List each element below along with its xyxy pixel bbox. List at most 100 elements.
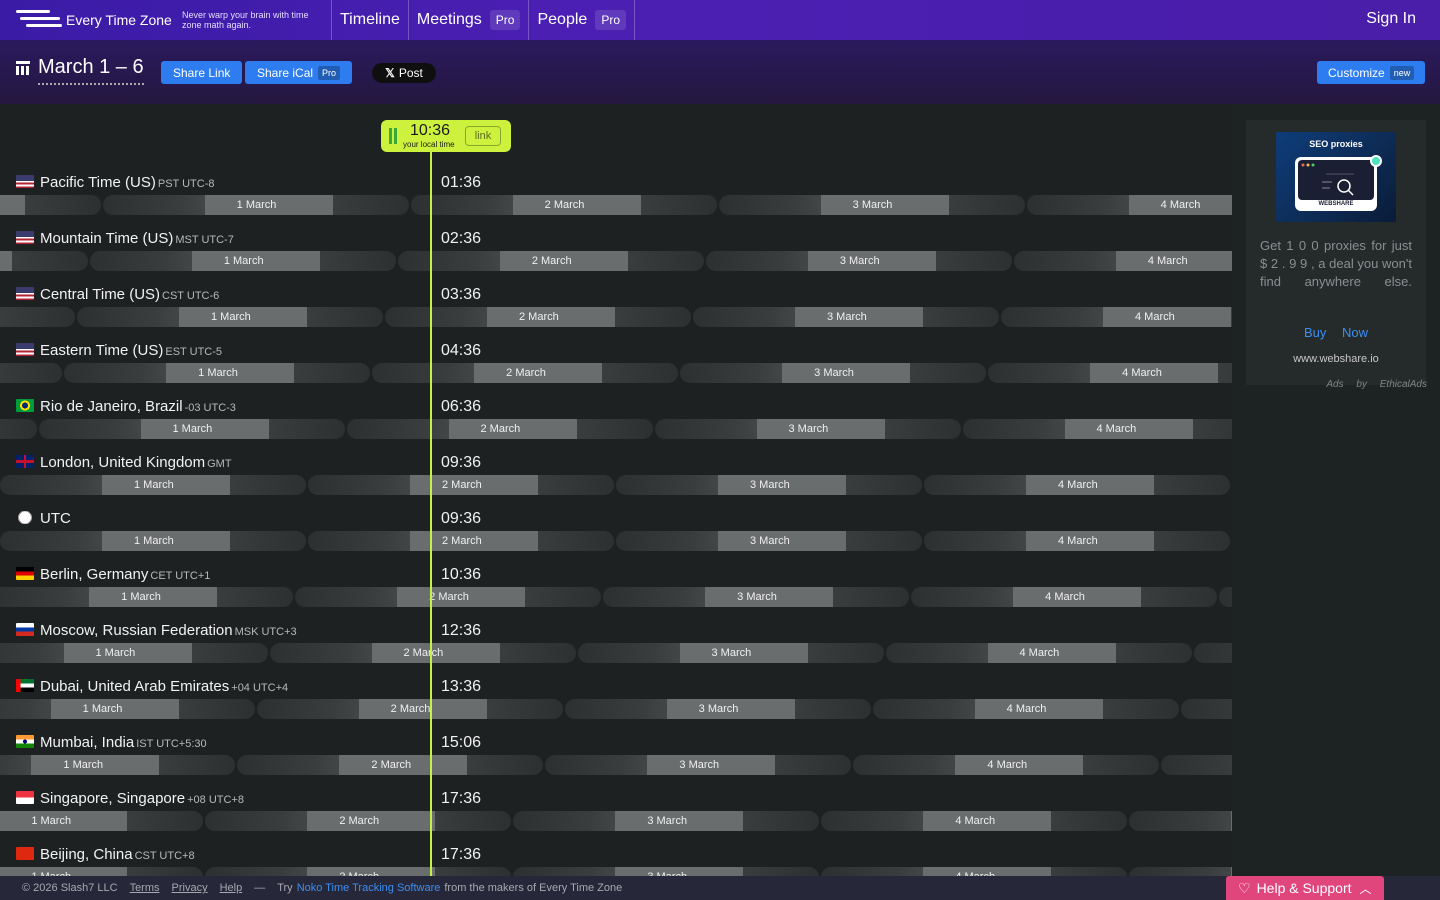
day-strip[interactable]: 1 March xyxy=(0,475,306,495)
customize-button[interactable]: Customize new xyxy=(1317,61,1426,84)
timezone-row[interactable]: Eastern Time (US) EST UTC-5 04:36 1 March 2 … xyxy=(0,338,1232,394)
day-strip[interactable]: 2 March xyxy=(346,419,653,439)
current-time-link-button[interactable]: link xyxy=(465,126,501,146)
timezone-row[interactable]: Beijing, ChinaCST UTC+8 17:36 1 March2 Mar… xyxy=(0,842,1232,876)
day-strip[interactable]: 4 March xyxy=(821,811,1128,831)
share-link-button[interactable]: Share Link xyxy=(161,61,243,84)
timezone-row[interactable]: Berlin, Germany CET UTC+1 10:36 1 March 2 Ma… xyxy=(0,562,1232,618)
day-strip[interactable]: 1 March xyxy=(89,251,396,271)
day-strip[interactable]: 1 March xyxy=(64,363,371,383)
brand[interactable]: Every Time Zone Never warp your brain wi… xyxy=(0,0,332,40)
day-strip[interactable]: 2 March xyxy=(205,811,512,831)
help-support-button[interactable]: ♡ Help & Support ︿ xyxy=(1226,876,1384,900)
day-strip[interactable] xyxy=(1129,811,1232,831)
timezone-row[interactable]: Central Time (US) CST UTC-6 03:36 1 March 2 … xyxy=(0,282,1232,338)
timezone-label[interactable]: Pacific Time (US) PST UTC-8 xyxy=(16,174,215,191)
day-strip[interactable]: 2 March xyxy=(205,867,512,876)
day-strip[interactable]: 4 March xyxy=(872,699,1179,719)
day-strip[interactable]: 1 March xyxy=(0,531,306,551)
timeline[interactable]: 10:36 your local time link Pacific Time … xyxy=(0,104,1232,876)
day-strip[interactable]: 2 March xyxy=(372,363,679,383)
timezone-label[interactable]: Beijing, China CST UTC+8 xyxy=(16,846,195,863)
terms-link[interactable]: Terms xyxy=(130,882,160,894)
timezone-row[interactable]: Dubai, United Arab Emirates +04 UTC+4 13:3… xyxy=(0,674,1232,730)
brand-name[interactable]: Every Time Zone xyxy=(66,12,182,28)
day-strip[interactable]: 3 March xyxy=(513,867,820,876)
day-strip[interactable]: 3 March xyxy=(513,811,820,831)
current-time-marker[interactable]: 10:36 your local time link xyxy=(381,120,511,152)
day-strip[interactable]: 1 March xyxy=(0,755,236,775)
timezone-row[interactable]: Pacific Time (US) PST UTC-8 01:36 1 March 2 … xyxy=(0,170,1232,226)
day-strip[interactable]: 3 March xyxy=(616,475,922,495)
day-strip[interactable]: 4 March xyxy=(924,531,1230,551)
day-strip[interactable]: 4 March xyxy=(1001,307,1232,327)
day-strip[interactable] xyxy=(1193,643,1232,663)
day-strip[interactable] xyxy=(0,307,75,327)
help-link[interactable]: Help xyxy=(220,882,243,894)
day-strip[interactable]: 3 March xyxy=(693,307,999,327)
day-strip[interactable]: 4 March xyxy=(911,587,1218,607)
day-strip[interactable] xyxy=(0,363,63,383)
timezone-label[interactable]: Dubai, United Arab Emirates +04 UTC+4 xyxy=(16,678,288,695)
x-post-button[interactable]: 𝕏 Post xyxy=(372,63,436,83)
nav-meetings-label[interactable]: Meetings xyxy=(417,11,482,29)
day-strip[interactable] xyxy=(0,251,88,271)
noko-link[interactable]: Noko Time Tracking Software xyxy=(297,882,441,894)
day-strip[interactable] xyxy=(0,195,101,215)
date-range-picker[interactable]: March 1 – 6 xyxy=(38,56,144,85)
day-strip[interactable]: 1 March xyxy=(0,811,204,831)
day-strip[interactable]: 3 March xyxy=(705,251,1012,271)
day-strip[interactable]: 4 March xyxy=(924,475,1230,495)
nav-timeline[interactable]: Timeline xyxy=(332,0,409,40)
ad-domain[interactable]: www.webshare.io xyxy=(1246,353,1426,365)
day-strip[interactable]: 3 March xyxy=(577,643,884,663)
day-strip[interactable]: 4 March xyxy=(821,867,1128,876)
day-strip[interactable]: 4 March xyxy=(962,419,1232,439)
day-strip[interactable]: 3 March xyxy=(603,587,910,607)
day-strip[interactable]: 4 March xyxy=(853,755,1160,775)
privacy-link[interactable]: Privacy xyxy=(172,882,208,894)
day-strip[interactable]: 1 March xyxy=(77,307,383,327)
ad-card[interactable]: SEO proxies WEBSHARE Get 1 0 0 proxies f… xyxy=(1246,120,1426,385)
timezone-row[interactable]: Mumbai, India IST UTC+5:30 15:06 1 March 2 M… xyxy=(0,730,1232,786)
day-strip[interactable]: 1 March xyxy=(0,699,255,719)
day-strip[interactable]: 2 March xyxy=(410,195,717,215)
nav-meetings[interactable]: Meetings Pro xyxy=(409,0,530,40)
timezone-row[interactable]: Singapore, Singapore +08 UTC+8 17:36 1 Marc… xyxy=(0,786,1232,842)
ad-text[interactable]: Get 1 0 0 proxies for just $ 2 . 9 9 , a… xyxy=(1260,237,1412,291)
day-strip[interactable]: 3 March xyxy=(680,363,987,383)
nav-timeline-label[interactable]: Timeline xyxy=(340,11,400,29)
timezone-label[interactable]: Moscow, Russian Federation MSK UTC+3 xyxy=(16,622,297,639)
timezone-label[interactable]: Central Time (US) CST UTC-6 xyxy=(16,286,219,303)
menu-icon[interactable] xyxy=(16,10,62,30)
day-strip[interactable]: 3 March xyxy=(616,531,922,551)
day-strip[interactable]: 2 March xyxy=(237,755,544,775)
day-strip[interactable]: 1 March xyxy=(38,419,345,439)
day-strip[interactable] xyxy=(1219,587,1232,607)
ad-image[interactable]: SEO proxies WEBSHARE xyxy=(1276,132,1396,222)
day-strip[interactable]: 4 March xyxy=(1013,251,1232,271)
timezone-label[interactable]: UTC xyxy=(16,510,73,527)
day-strip[interactable]: 2 March xyxy=(256,699,563,719)
ad-attribution-link[interactable]: Ads by EthicalAds xyxy=(1232,379,1427,390)
timezone-label[interactable]: London, United Kingdom GMT xyxy=(16,454,232,471)
calendar-icon[interactable] xyxy=(16,61,30,75)
timezone-label[interactable]: Eastern Time (US) EST UTC-5 xyxy=(16,342,222,359)
day-strip[interactable]: 2 March xyxy=(397,251,704,271)
timezone-row[interactable]: London, United Kingdom GMT 09:36 1 March 2 M… xyxy=(0,450,1232,506)
timezone-label[interactable]: Rio de Janeiro, Brazil -03 UTC-3 xyxy=(16,398,236,415)
sign-in-link[interactable]: Sign In xyxy=(1366,10,1416,28)
day-strip[interactable] xyxy=(1129,867,1232,876)
nav-people[interactable]: People Pro xyxy=(529,0,635,40)
day-strip[interactable]: 4 March xyxy=(1026,195,1232,215)
timezone-row[interactable]: Moscow, Russian Federation MSK UTC+3 12:36… xyxy=(0,618,1232,674)
day-strip[interactable]: 2 March xyxy=(295,587,602,607)
day-strip[interactable]: 3 March xyxy=(564,699,871,719)
day-strip[interactable]: 2 March xyxy=(269,643,576,663)
day-strip[interactable] xyxy=(1180,699,1232,719)
day-strip[interactable]: 4 March xyxy=(885,643,1192,663)
day-strip[interactable]: 1 March xyxy=(0,867,204,876)
ad-cta-link[interactable]: Buy Now xyxy=(1246,325,1426,340)
day-strip[interactable] xyxy=(1161,755,1232,775)
drag-handle-icon[interactable] xyxy=(389,128,397,144)
